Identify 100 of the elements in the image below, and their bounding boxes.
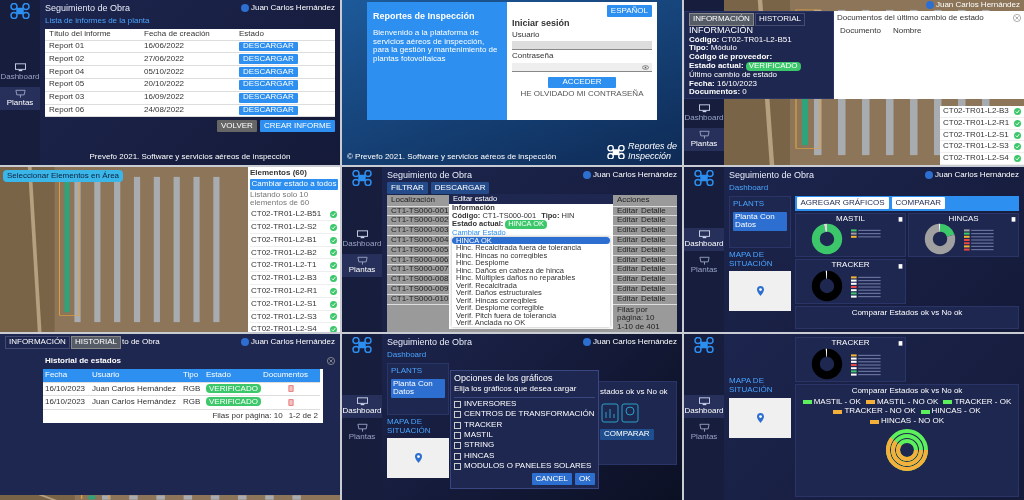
tab[interactable]: HISTORIAL	[754, 13, 805, 26]
dialog-button[interactable]: CANCEL	[531, 473, 572, 486]
column-header: Documentos	[263, 370, 309, 380]
row-action-link[interactable]: Editar	[617, 265, 638, 275]
nav-item[interactable]: Dashboard	[684, 395, 724, 418]
element-item[interactable]: CT02-TR01-L2-S2	[250, 222, 338, 234]
compare-button[interactable]: COMPARAR	[600, 428, 654, 441]
section-heading: Dashboard	[729, 184, 770, 193]
nav-item[interactable]: Plantas	[684, 420, 724, 444]
row-action-link[interactable]: Editar	[617, 236, 638, 245]
nav-item[interactable]: Plantas	[342, 253, 382, 277]
element-item[interactable]: CT02-TR01-L2-R1	[250, 285, 338, 298]
row-action-link[interactable]: Detalle	[640, 294, 666, 304]
row-action-link[interactable]: Detalle	[640, 216, 666, 226]
checkbox[interactable]	[454, 431, 461, 439]
row-action-link[interactable]: Detalle	[640, 206, 666, 216]
check-circle-icon	[1014, 155, 1021, 163]
check-circle-icon	[1014, 107, 1021, 115]
row-action-link[interactable]: Editar	[617, 294, 638, 304]
checkbox-label: TRACKER	[464, 420, 503, 430]
element-item[interactable]: CT02-TR01-L2-B1	[250, 234, 338, 247]
check-circle-icon	[330, 300, 337, 308]
row-action-link[interactable]: Detalle	[640, 236, 666, 245]
info-label: Estado actual:	[689, 62, 744, 71]
user-name: Juan Carlos Hernández	[934, 171, 1019, 180]
select-area-button[interactable]: Seleccionar Elementos en Área	[3, 170, 124, 182]
nav-item[interactable]: Dashboard	[0, 61, 40, 84]
checkbox-label: INVERSORES	[464, 400, 517, 409]
row-action-link[interactable]: Editar	[617, 284, 638, 294]
legend-label: HINCAS - OK	[931, 407, 981, 417]
element-item[interactable]: CT02-TR01-L2-S1	[250, 298, 338, 311]
row-action-link[interactable]: Editar	[617, 216, 638, 226]
checkbox[interactable]	[454, 452, 461, 460]
row-action-link[interactable]: Detalle	[640, 284, 666, 294]
location-pin-icon	[756, 412, 764, 423]
card-title: Comparar Estados ok vs No ok	[851, 386, 963, 396]
toolbar-button[interactable]: FILTRAR	[387, 182, 428, 194]
checkbox[interactable]	[454, 411, 461, 419]
nav-item[interactable]: Plantas	[0, 86, 40, 110]
drone-logo-icon	[694, 170, 714, 186]
row-action-link[interactable]: Editar	[617, 206, 638, 216]
legend-label: TRACKER - OK	[954, 397, 1012, 407]
nav-item[interactable]: Dashboard	[342, 228, 382, 251]
brand-name: Reportes de	[627, 142, 677, 153]
nav-item[interactable]: Plantas	[684, 253, 724, 277]
toolbar-button[interactable]: COMPARAR	[891, 197, 946, 210]
checkbox[interactable]	[454, 442, 461, 450]
checkbox[interactable]	[454, 421, 461, 429]
action-button[interactable]: VOLVER	[217, 120, 257, 133]
tab[interactable]: HISTORIAL	[70, 336, 121, 349]
toolbar-button[interactable]: DESCARGAR	[430, 182, 490, 194]
row-action-link[interactable]: Editar	[617, 275, 638, 284]
checkbox[interactable]	[454, 401, 461, 409]
nav-item[interactable]: Dashboard	[684, 228, 724, 251]
row-action-link[interactable]: Detalle	[640, 255, 666, 265]
row-action-link[interactable]: Detalle	[640, 265, 666, 275]
eye-icon[interactable]	[642, 64, 649, 70]
row-action-link[interactable]: Detalle	[640, 245, 666, 255]
row-action-link[interactable]: Detalle	[640, 275, 666, 284]
checkbox-label: MASTIL	[464, 431, 493, 440]
checkbox-label: CENTROS DE TRANSFORMACIÓN	[464, 410, 595, 420]
check-circle-icon	[330, 313, 337, 321]
row-action-link[interactable]: Detalle	[640, 226, 666, 235]
table-cell: CT1-TS000-004	[391, 235, 449, 244]
close-icon[interactable]	[327, 357, 335, 365]
checkbox[interactable]	[454, 462, 461, 470]
element-item[interactable]: CT02-TR01-L2-B51	[250, 209, 338, 221]
row-action-link[interactable]: Editar	[617, 226, 638, 235]
element-item[interactable]: CT02-TR01-L2-B3	[940, 106, 1024, 118]
forgot-password-link[interactable]: HE OLVIDADO MI CONTRASEÑA	[520, 90, 644, 99]
password-field[interactable]	[512, 63, 652, 73]
row-action-link[interactable]: Editar	[617, 245, 638, 255]
app-title: Seguimiento de Obra	[729, 170, 815, 181]
panel-title: MAPA DE SITUACIÓN	[729, 250, 774, 269]
section-heading: Dashboard	[387, 351, 428, 360]
tab[interactable]: INFORMACIÓN	[689, 13, 754, 26]
nav-item[interactable]: Dashboard	[684, 102, 724, 125]
table-cell-text: Juan Carlos Hernández	[92, 398, 178, 408]
tab[interactable]: INFORMACIÓN	[5, 336, 70, 349]
drone-logo-icon	[352, 337, 372, 353]
element-item[interactable]: CT02-TR01-L2-S4	[940, 153, 1024, 165]
plant-item[interactable]: Planta Con Datos	[391, 378, 445, 399]
rows-per-page: Filas por página: 10	[212, 412, 283, 421]
toolbar-button[interactable]: AGREGAR GRÁFICOS	[796, 197, 889, 210]
nav-item[interactable]: Plantas	[342, 420, 382, 444]
panel-title: PLANTS	[391, 366, 424, 376]
nav-item[interactable]: Dashboard	[342, 395, 382, 418]
check-circle-icon	[1014, 131, 1021, 139]
element-item[interactable]: CT02-TR01-L2-B2	[250, 247, 338, 260]
info-title: INFORMACIÓN	[689, 25, 754, 36]
row-action-link[interactable]: Editar	[617, 255, 638, 265]
plant-item[interactable]: Planta Con Datos	[733, 211, 787, 232]
username-field[interactable]	[512, 41, 652, 51]
element-item[interactable]: CT02-TR01-L2-T1	[250, 260, 338, 273]
element-item[interactable]: CT02-TR01-L2-S3	[250, 311, 338, 324]
dialog-button[interactable]: OK	[574, 473, 595, 486]
element-item[interactable]: CT02-TR01-L2-S3	[940, 141, 1024, 154]
nav-item[interactable]: Plantas	[684, 127, 724, 151]
element-item[interactable]: CT02-TR01-L2-B3	[250, 273, 338, 285]
field-label: Usuario	[512, 30, 541, 40]
